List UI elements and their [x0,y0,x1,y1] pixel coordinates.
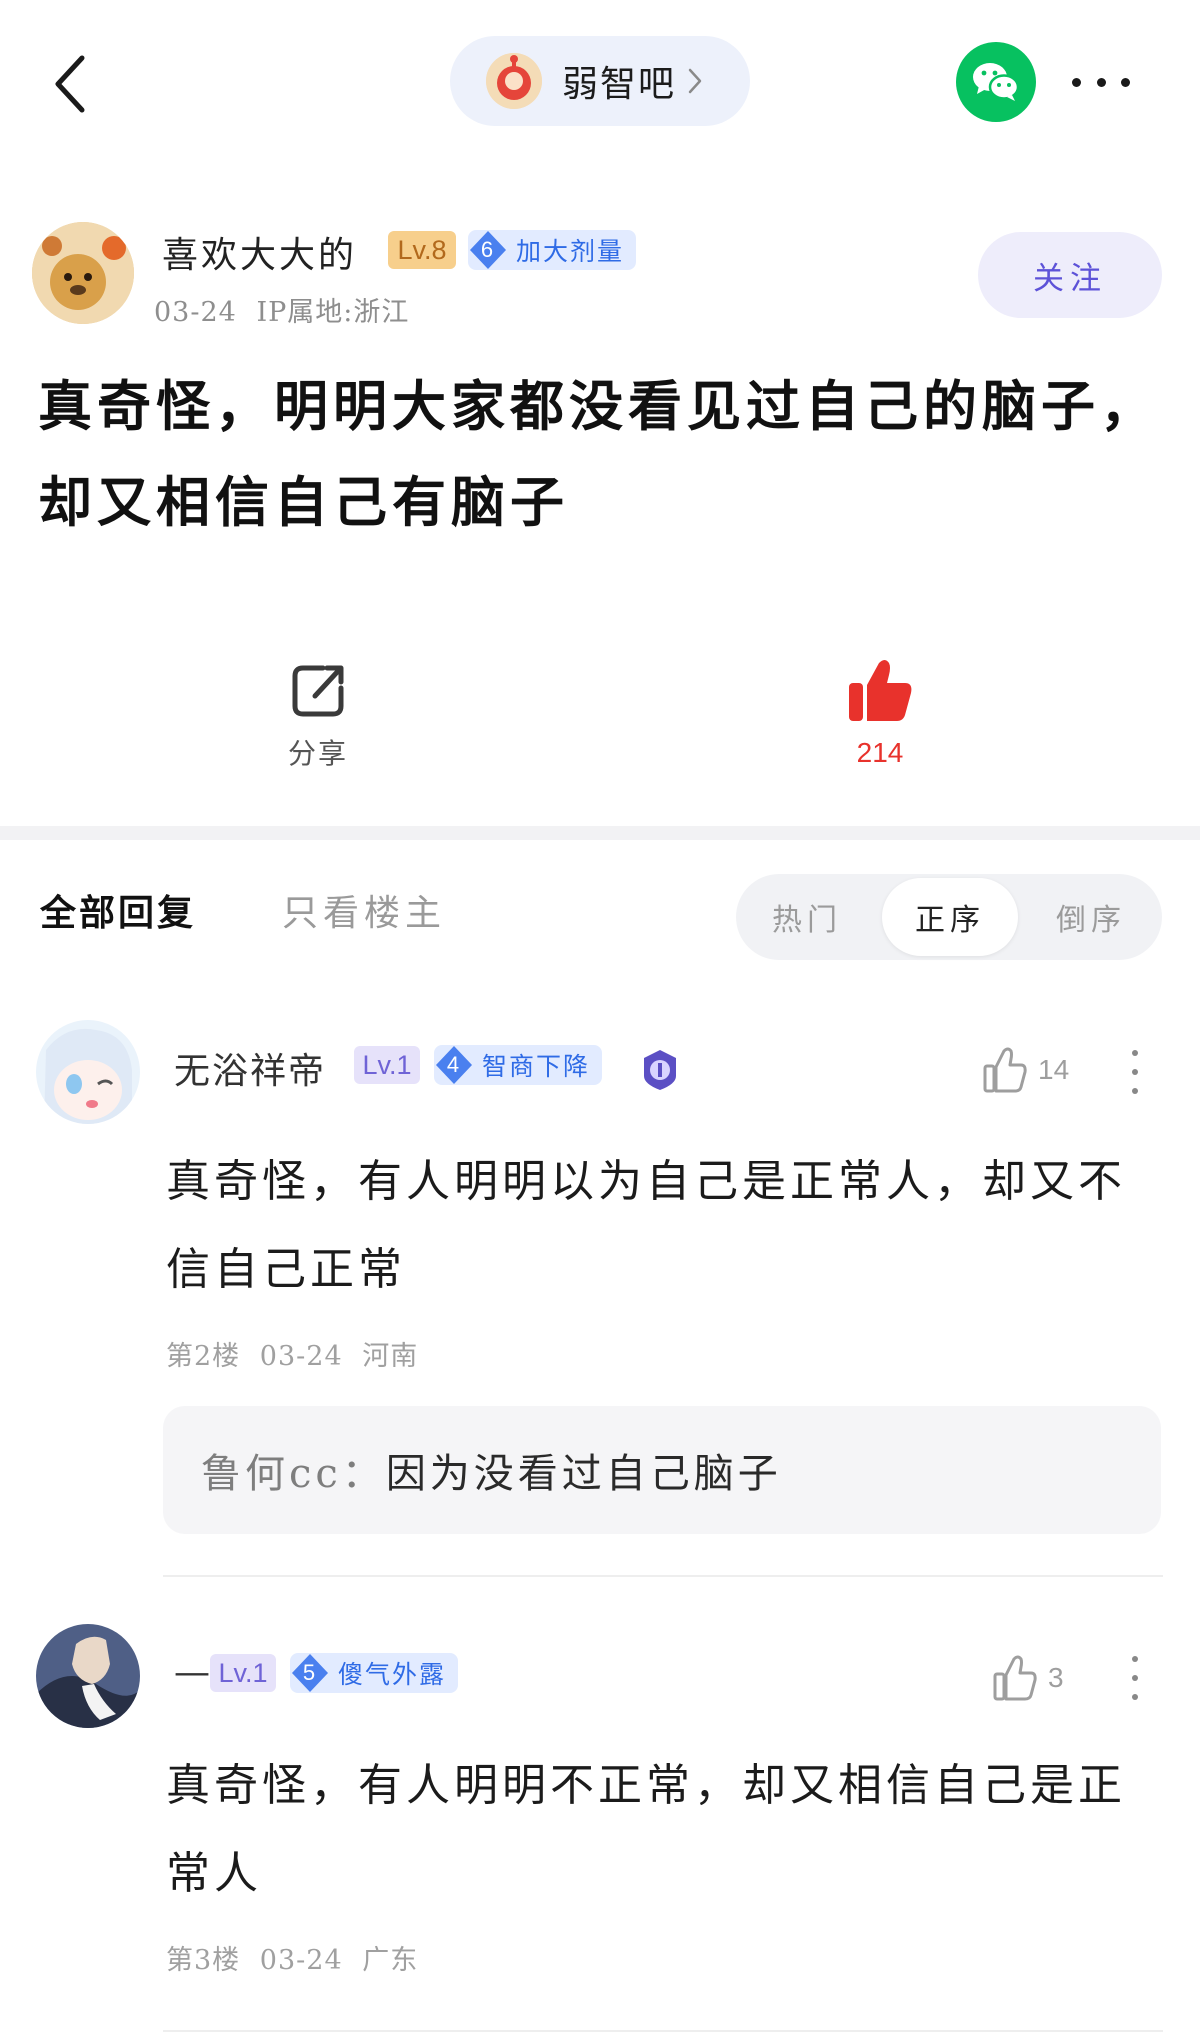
tab-all-replies[interactable]: 全部回复 [40,884,196,936]
wechat-icon [973,63,1020,101]
diamond-icon: 6 [468,230,508,270]
sub-reply-text: 因为没看过自己脑子 [385,1451,782,1497]
commenter-name[interactable]: 无浴祥帝 [174,1042,326,1094]
comment-avatar[interactable] [36,1020,140,1124]
comment-location: 广东 [362,1945,419,1976]
diamond-icon: 5 [290,1653,330,1693]
top-bar: 弱智吧 [0,0,1200,170]
commenter-title-text: 智商下降 [482,1052,591,1081]
comment-like-count: 3 [1048,1662,1064,1693]
comment-more-button[interactable] [1129,1656,1141,1700]
comment-like-button[interactable]: 3 [992,1654,1064,1702]
comment-like-count: 14 [1038,1054,1070,1085]
post-ip: IP属地:浙江 [256,297,410,328]
like-button[interactable]: 214 [830,655,930,769]
more-button[interactable] [1066,62,1136,102]
forum-link[interactable]: 弱智吧 [450,36,750,126]
comment-avatar[interactable] [36,1624,140,1728]
diamond-icon: 4 [434,1045,474,1085]
commenter-title-text: 傻气外露 [338,1660,447,1689]
comment-body: 真奇怪，有人明明不正常，却又相信自己是正常人 [166,1760,1126,1899]
more-horizontal-icon [1072,77,1081,87]
share-button[interactable]: 分享 [268,660,368,772]
comment-meta: 第2楼 03-24 河南 [166,1334,418,1373]
chevron-right-icon [688,68,702,94]
author-meta: 03-24 IP属地:浙江 [154,290,409,329]
more-vertical-icon [1132,1656,1138,1662]
thumbs-up-outline-icon [993,1655,1037,1701]
more-vertical-icon [1132,1050,1138,1056]
commenter-name[interactable]: — [174,1652,212,1693]
share-icon [292,665,344,717]
comment-like-button[interactable]: 14 [982,1046,1069,1094]
sub-reply[interactable]: 鲁何cc： 因为没看过自己脑子 [163,1406,1161,1534]
comment-date: 03-24 [259,1945,343,1976]
sort-ascending[interactable]: 正序 [882,878,1018,956]
like-count: 214 [856,737,904,768]
section-divider [0,826,1200,840]
forum-avatar [486,53,542,109]
comment-meta: 第3楼 03-24 广东 [166,1938,418,1977]
comment-date: 03-24 [259,1341,343,1372]
comment-separator [163,2030,1163,2032]
comment-location: 河南 [362,1341,419,1372]
comment-floor: 第3楼 [166,1945,241,1976]
author-level-badge: Lv.8 [388,231,456,269]
commenter-level-badge: Lv.1 [210,1654,276,1692]
medal-icon [644,1050,676,1090]
forum-name: 弱智吧 [562,64,677,105]
commenter-title-badge: 5 傻气外露 [290,1653,459,1693]
author-title-badge: 6 加大剂量 [468,230,637,270]
share-label: 分享 [287,737,348,770]
sort-hot[interactable]: 热门 [736,874,878,960]
tab-only-op[interactable]: 只看楼主 [282,884,446,936]
author-title-text: 加大剂量 [516,237,625,266]
sort-toggle: 热门 正序 倒序 [736,874,1162,960]
thumbs-up-outline-icon [983,1047,1027,1093]
comment-floor: 第2楼 [166,1341,241,1372]
sort-descending[interactable]: 倒序 [1020,874,1162,960]
post-date: 03-24 [154,297,237,328]
comment-more-button[interactable] [1129,1050,1141,1094]
commenter-title-badge: 4 智商下降 [434,1045,603,1085]
post-title: 真奇怪，明明大家都没看见过自己的脑子，却又相信自己有脑子 [38,374,1159,534]
comment-separator [163,1575,1163,1577]
back-button[interactable] [48,52,92,116]
follow-button[interactable]: 关注 [978,232,1162,318]
chevron-left-icon [55,55,85,113]
wechat-share-button[interactable] [956,42,1036,122]
commenter-level-badge: Lv.1 [354,1046,420,1084]
thumbs-up-icon [849,660,912,721]
comment-body: 真奇怪，有人明明以为自己是正常人，却又不信自己正常 [166,1156,1126,1295]
sub-reply-author[interactable]: 鲁何cc： [201,1441,386,1499]
author-avatar[interactable] [32,222,134,324]
author-name[interactable]: 喜欢大大的 [162,226,357,278]
